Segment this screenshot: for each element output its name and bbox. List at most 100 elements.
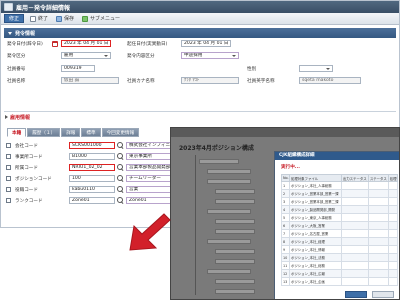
table-cell: [367, 245, 389, 254]
red-arrow-icon: [129, 213, 171, 251]
screenshot-stage: 雇用－発令詳細情報 修正 終了 保存 サブメニュー 発令情報 発令日付(辞令日)…: [0, 0, 400, 300]
shozoku-code-field[interactable]: NRIU1_02_02: [69, 164, 115, 171]
shain-name-field[interactable]: 仮田 誠: [61, 77, 119, 84]
tree-node: [207, 209, 251, 214]
tab-shoho[interactable]: 詳報: [61, 128, 81, 137]
tree-node: [215, 249, 255, 254]
kana-field[interactable]: ｸﾗﾀ ﾏｺﾄ: [181, 77, 239, 84]
hatsurei-naiyo-label: 発令内容区分: [127, 54, 155, 59]
row-checkbox[interactable]: [6, 187, 11, 192]
save-button[interactable]: 保存: [54, 14, 76, 23]
hatsurei-naiyo-select[interactable]: 中途採用: [181, 52, 239, 59]
table-row[interactable]: 2 ポジション_営業本部_営業一課: [281, 189, 399, 198]
table-row[interactable]: 1 ポジション_本社_人事総務: [281, 181, 399, 190]
submenu-button[interactable]: サブメニュー: [80, 14, 122, 23]
row-label: 事業所コード: [15, 155, 43, 160]
close-button[interactable]: 終了: [28, 14, 50, 23]
table-row[interactable]: 5 ポジション_東京_人事総務: [281, 213, 399, 222]
cancel-button[interactable]: [372, 291, 394, 298]
table-cell: 8: [281, 237, 290, 246]
ok-button[interactable]: [345, 291, 367, 298]
search-icon[interactable]: [117, 175, 124, 182]
section-header-koyo[interactable]: 雇用情報: [4, 111, 396, 121]
table-row[interactable]: 3 ポジション_営業本部_営業二課: [281, 197, 399, 206]
seibetsu-label: 性別: [247, 67, 257, 72]
table-cell: ポジション_本社_情報: [289, 245, 342, 254]
search-icon[interactable]: [117, 197, 124, 204]
search-icon[interactable]: [117, 164, 124, 171]
edit-button[interactable]: 修正: [4, 14, 25, 23]
table-row[interactable]: 7 ポジション_名古屋_営業: [281, 229, 399, 238]
position-code-field[interactable]: 100: [69, 175, 115, 182]
eiji-field[interactable]: sqeta makoto: [299, 77, 361, 84]
tab-hyojun[interactable]: 標準: [81, 128, 101, 137]
search-icon[interactable]: [117, 186, 124, 193]
search-icon[interactable]: [117, 153, 124, 160]
tree-node: [207, 179, 251, 184]
hatsurei-kubun-select[interactable]: 雇用: [61, 52, 111, 59]
menu-icon: [82, 15, 89, 22]
table-cell: [387, 253, 399, 262]
submenu-button-label: サブメニュー: [90, 16, 121, 22]
tab-konkai-henko[interactable]: 今回変更情報: [101, 128, 140, 137]
row-label: 役職コード: [15, 188, 38, 193]
column-header: 出力ステータス: [340, 174, 369, 182]
shain-no-field[interactable]: 009319: [61, 65, 95, 72]
table-cell: [387, 269, 399, 278]
table-row[interactable]: 4 ポジション_製品開発部_開発: [281, 205, 399, 214]
edit-button-label: 修正: [9, 16, 20, 22]
tree-node: [207, 169, 251, 174]
table-cell: 1: [281, 181, 290, 190]
table-cell: [367, 181, 389, 190]
rank-code-field[interactable]: Zone01: [69, 197, 115, 204]
table-cell: ポジション_大阪_営業: [289, 221, 342, 230]
table-cell: [387, 261, 399, 270]
process-table: No. 処理対象ファイル 出力ステータス ステータス 処理 1 ポジション_本社_…: [281, 174, 399, 286]
save-button-label: 保存: [64, 16, 75, 22]
hatsurei-kubun-label: 発令区分: [7, 54, 26, 59]
table-cell: [340, 261, 369, 270]
section-header-hatsurei[interactable]: 発令情報: [4, 28, 396, 38]
tab-honseki[interactable]: 本籍: [7, 128, 27, 137]
table-cell: 5: [281, 213, 290, 222]
table-cell: [340, 245, 369, 254]
table-cell: [387, 245, 399, 254]
table-cell: ポジション_名古屋_営業: [289, 229, 342, 238]
shain-no-label: 社員番号: [7, 67, 26, 72]
tab-strip: 本籍 履歴（１） 詳報 標準 今回変更情報: [7, 128, 140, 137]
hatsurei-date-field[interactable]: 2023 年 04 月 01 日: [61, 40, 111, 47]
table-cell: [340, 229, 369, 238]
tree-node: [199, 159, 239, 164]
row-label: ランクコード: [15, 199, 43, 204]
seibetsu-select[interactable]: [299, 65, 333, 72]
kaisha-code-field[interactable]: SCKS001000: [69, 142, 115, 149]
row-checkbox[interactable]: [6, 165, 11, 170]
jigyosho-code-field[interactable]: B1000: [69, 153, 115, 160]
search-icon[interactable]: [117, 142, 124, 149]
dialog-title: CJK組織構成詳細: [275, 152, 399, 160]
table-row[interactable]: 10 ポジション_本社_法務: [281, 253, 399, 262]
table-cell: ポジション_本社_総務: [289, 261, 342, 270]
table-row[interactable]: 6 ポジション_大阪_営業: [281, 221, 399, 230]
kikan-date-field[interactable]: 2023 年 04 月 01 日: [181, 40, 231, 47]
table-cell: 4: [281, 205, 290, 214]
row-checkbox[interactable]: [6, 154, 11, 159]
table-cell: [387, 197, 399, 206]
tree-node: [207, 269, 251, 274]
table-row[interactable]: 8 ポジション_本社_経理: [281, 237, 399, 246]
row-checkbox[interactable]: [6, 143, 11, 148]
table-cell: [340, 197, 369, 206]
table-row[interactable]: 12 ポジション_本社_広報: [281, 269, 399, 278]
calendar-icon[interactable]: [52, 41, 58, 47]
disk-icon: [56, 15, 63, 22]
table-cell: [387, 277, 399, 286]
tab-rireki[interactable]: 履歴（１）: [27, 128, 61, 137]
row-checkbox[interactable]: [6, 198, 11, 203]
table-cell: [367, 229, 389, 238]
table-row[interactable]: 13 ポジション_本社_企画: [281, 277, 399, 286]
table-row[interactable]: 9 ポジション_本社_情報: [281, 245, 399, 254]
table-cell: [340, 269, 369, 278]
row-checkbox[interactable]: [6, 176, 11, 181]
table-row[interactable]: 11 ポジション_本社_総務: [281, 261, 399, 270]
yakushoku-code-field[interactable]: kabu0110: [69, 186, 115, 193]
